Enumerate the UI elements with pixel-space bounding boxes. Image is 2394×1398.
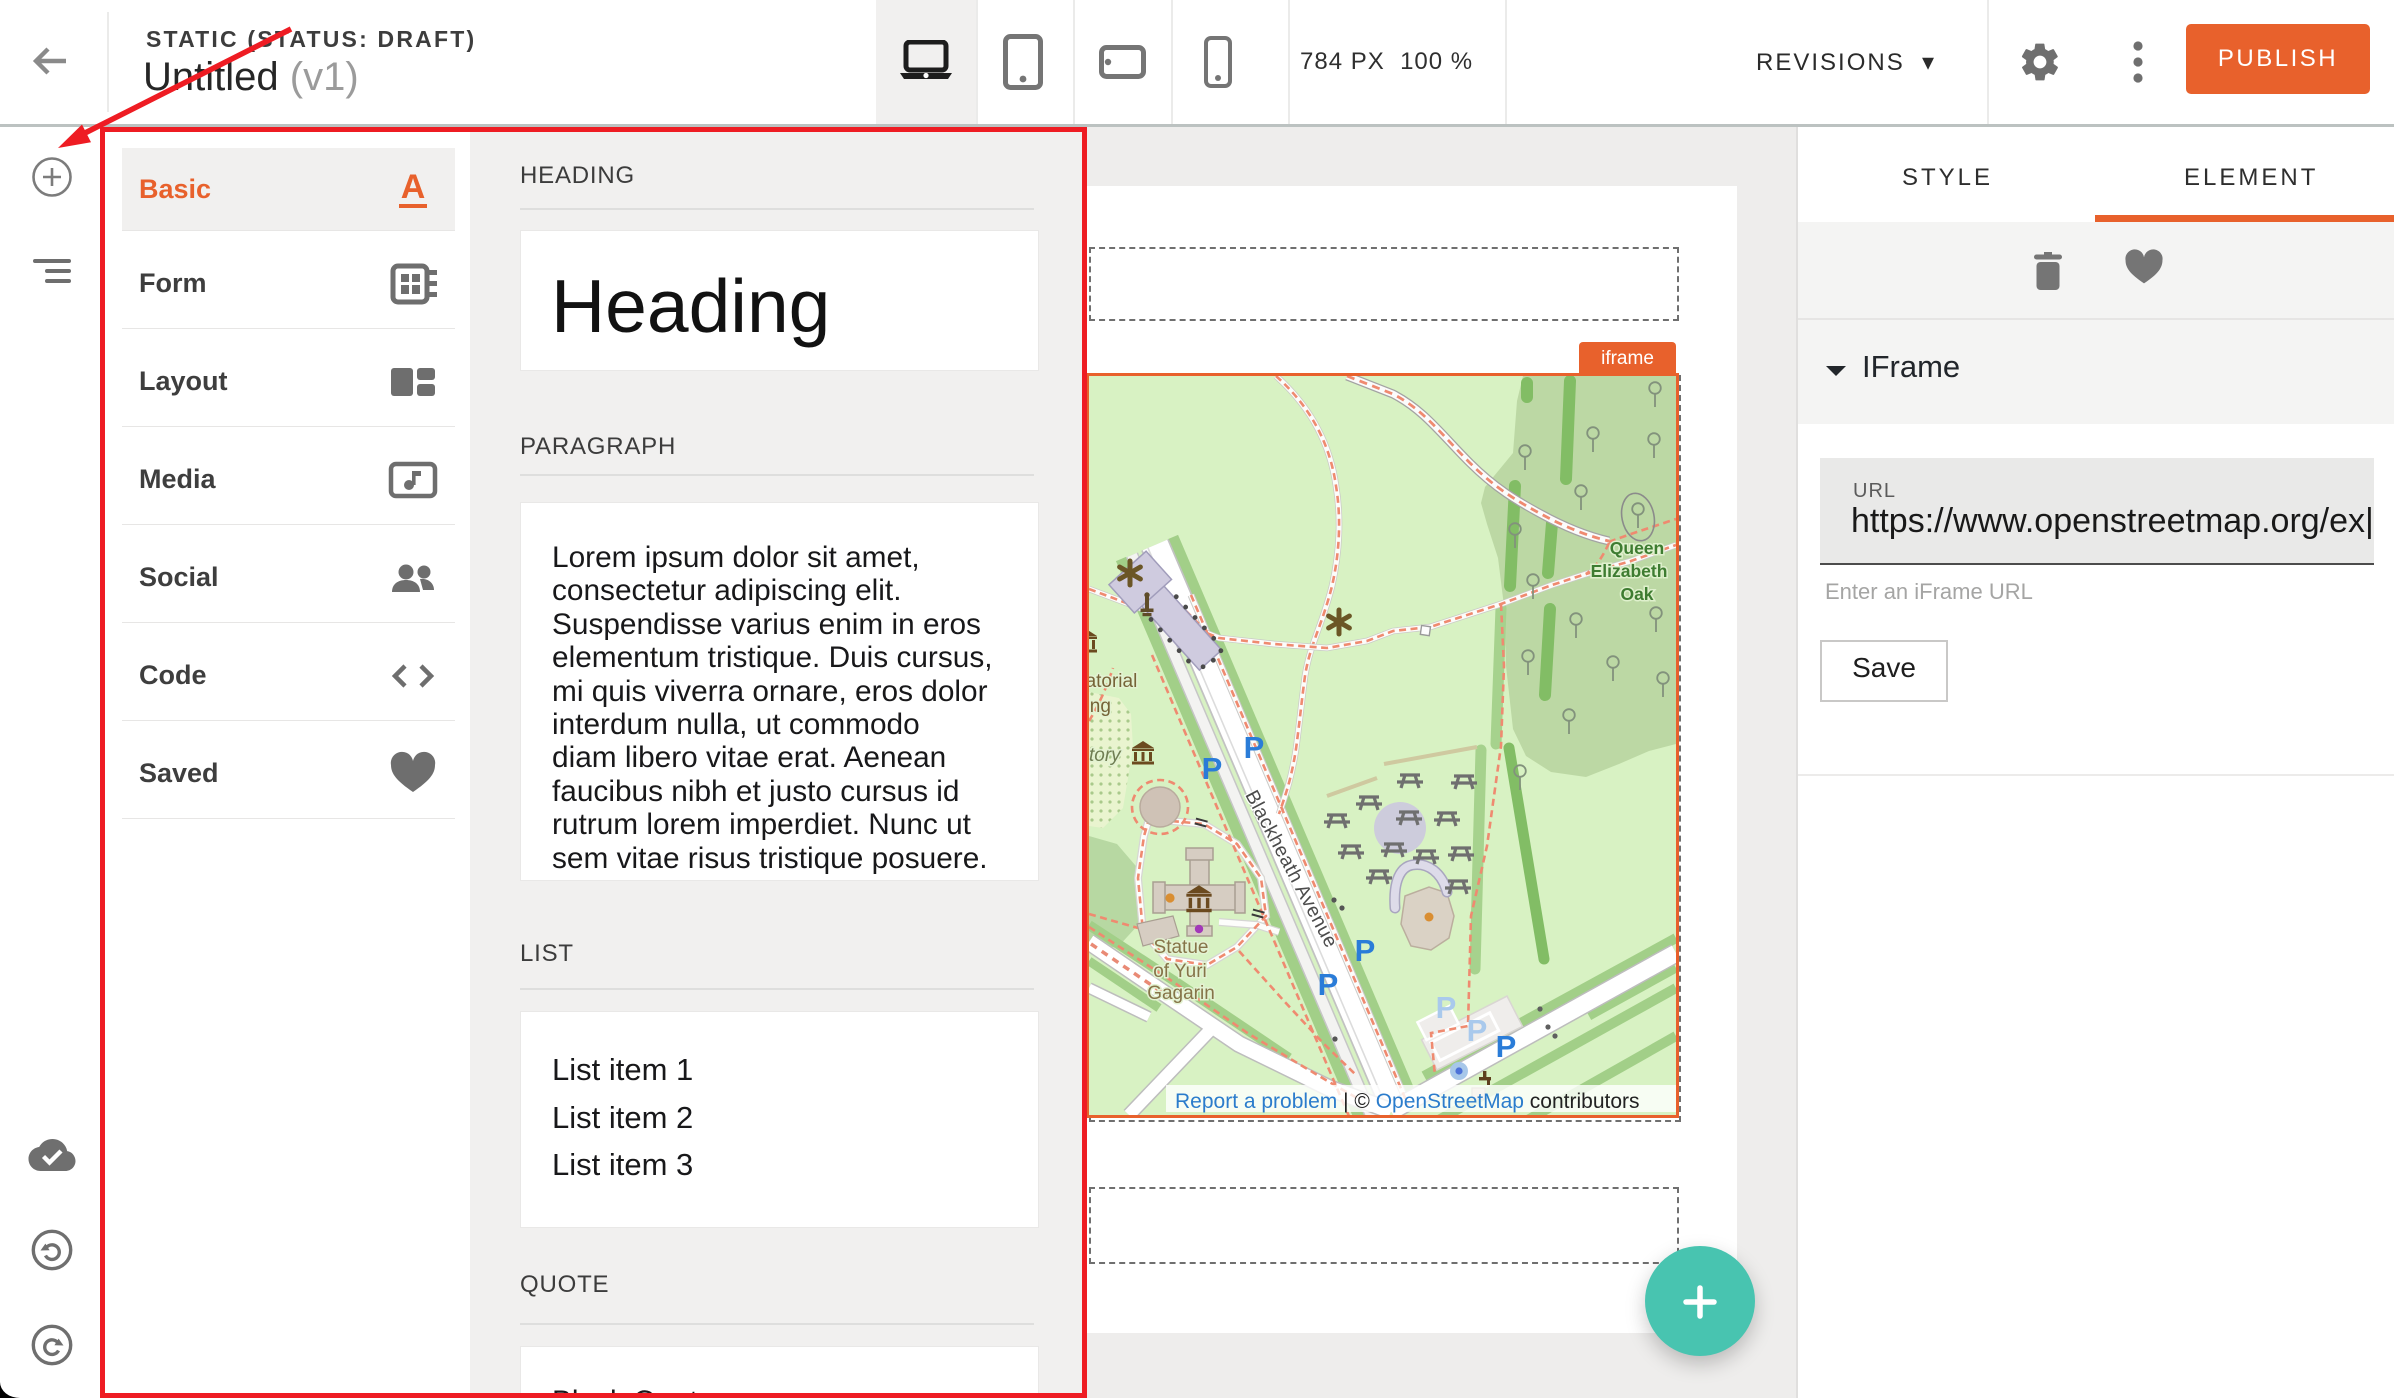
svg-text:of Yuri: of Yuri (1153, 961, 1207, 982)
svg-text:Oak: Oak (1620, 584, 1653, 604)
svg-text:Report a problem | © OpenStree: Report a problem | © OpenStreetMap contr… (1175, 1090, 1640, 1113)
svg-text:Elizabeth: Elizabeth (1591, 561, 1668, 581)
svg-text:P: P (1318, 967, 1339, 1002)
svg-text:P: P (1436, 990, 1457, 1025)
svg-text:Queen: Queen (1610, 538, 1664, 558)
svg-text:ding: ding (1089, 696, 1111, 717)
svg-text:Statue: Statue (1154, 937, 1209, 958)
svg-text:Gagarin: Gagarin (1147, 983, 1215, 1004)
svg-text:tory: tory (1089, 745, 1122, 766)
svg-text:P: P (1496, 1029, 1517, 1064)
svg-text:P: P (1244, 730, 1265, 765)
svg-text:P: P (1202, 751, 1223, 786)
svg-text:A: A (401, 168, 426, 206)
svg-text:uatorial: uatorial (1089, 671, 1137, 692)
svg-text:P: P (1355, 933, 1376, 968)
svg-text:P: P (1467, 1013, 1488, 1048)
